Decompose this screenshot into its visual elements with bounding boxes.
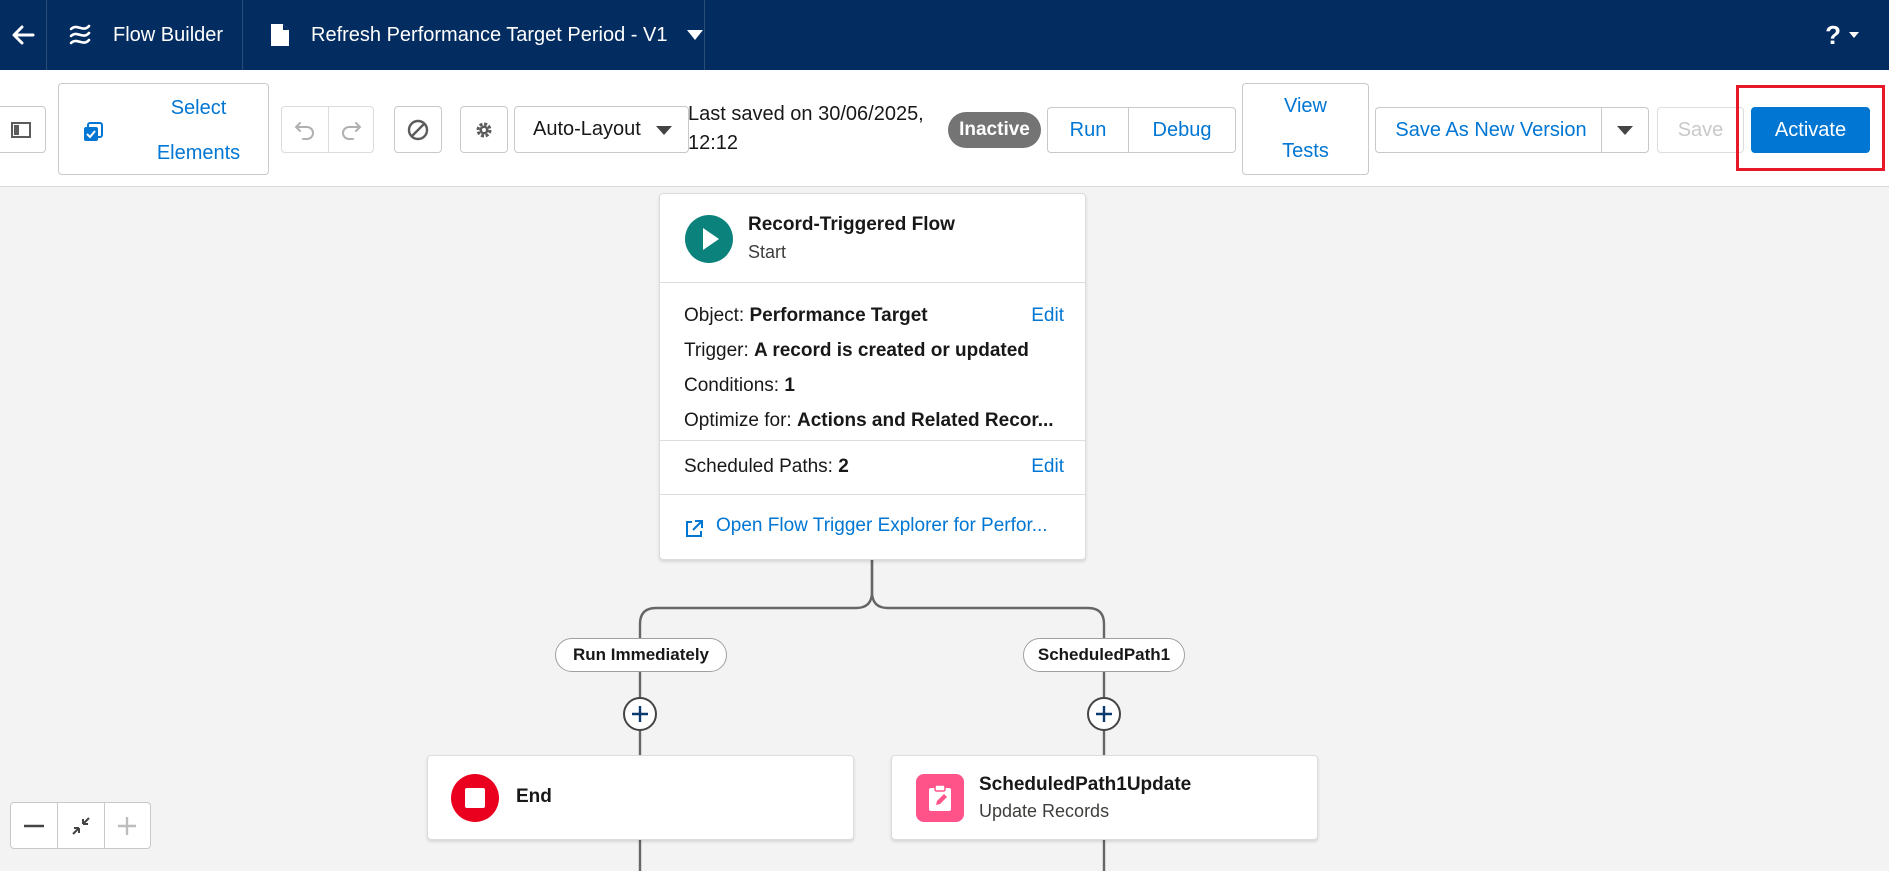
new-window-icon — [686, 520, 703, 537]
scheduled-paths-row: Scheduled Paths: 2 Edit — [660, 441, 1085, 495]
scheduled-paths-value: 2 — [838, 456, 849, 477]
play-icon — [685, 215, 733, 263]
conditions-property: Conditions: 1 — [684, 375, 795, 397]
end-node[interactable]: End — [427, 755, 854, 840]
optimize-value: Actions and Related Recor... — [796, 410, 1054, 431]
plus-icon — [632, 706, 648, 722]
scheduled-paths-property: Scheduled Paths: 2 — [684, 456, 849, 478]
path-label-scheduled-path[interactable]: ScheduledPath1 — [1023, 638, 1185, 672]
update-node-subtitle: Update Records — [979, 801, 1110, 821]
end-node-label: End — [516, 786, 552, 807]
update-records-node[interactable]: ScheduledPath1Update Update Records — [891, 755, 1318, 840]
update-node-title: ScheduledPath1Update — [979, 774, 1192, 795]
edit-scheduled-paths-link[interactable]: Edit — [1031, 456, 1064, 478]
start-node[interactable]: Record-Triggered Flow Start Object: Perf… — [659, 193, 1086, 560]
conditions-label: Conditions: — [684, 375, 780, 396]
zoom-controls — [10, 802, 151, 849]
fit-view-button[interactable] — [57, 803, 103, 848]
optimize-property: Optimize for: Actions and Related Recor.… — [684, 410, 1054, 432]
start-node-subtitle: Start — [748, 242, 787, 262]
object-value: Performance Target — [749, 305, 928, 326]
stop-icon — [451, 774, 499, 822]
start-node-title: Record-Triggered Flow — [748, 214, 955, 235]
edit-record-icon — [916, 774, 964, 822]
object-label: Object: — [684, 305, 745, 326]
plus-icon — [1096, 706, 1112, 722]
minus-icon — [24, 824, 45, 827]
path-label-run-immediately[interactable]: Run Immediately — [555, 638, 727, 672]
start-node-properties: Object: Performance Target Edit Trigger:… — [660, 283, 1085, 441]
trigger-label: Trigger: — [684, 340, 749, 361]
optimize-label: Optimize for: — [684, 410, 792, 431]
trigger-property: Trigger: A record is created or updated — [684, 340, 1029, 362]
zoom-out-button[interactable] — [11, 803, 57, 848]
object-property: Object: Performance Target — [684, 305, 928, 327]
conditions-value: 1 — [784, 375, 795, 396]
add-element-button[interactable] — [1087, 697, 1121, 731]
scheduled-paths-label: Scheduled Paths: — [684, 456, 833, 477]
edit-object-link[interactable]: Edit — [1031, 305, 1064, 327]
add-element-button[interactable] — [623, 697, 657, 731]
zoom-in-button[interactable] — [103, 803, 150, 848]
trigger-value: A record is created or updated — [754, 340, 1029, 361]
plus-icon — [118, 816, 137, 835]
start-node-header: Record-Triggered Flow Start — [660, 194, 1085, 283]
contract-icon — [72, 816, 90, 835]
trigger-explorer-row: Open Flow Trigger Explorer for Perfor... — [660, 495, 1085, 561]
open-trigger-explorer-link[interactable]: Open Flow Trigger Explorer for Perfor... — [716, 515, 1048, 537]
